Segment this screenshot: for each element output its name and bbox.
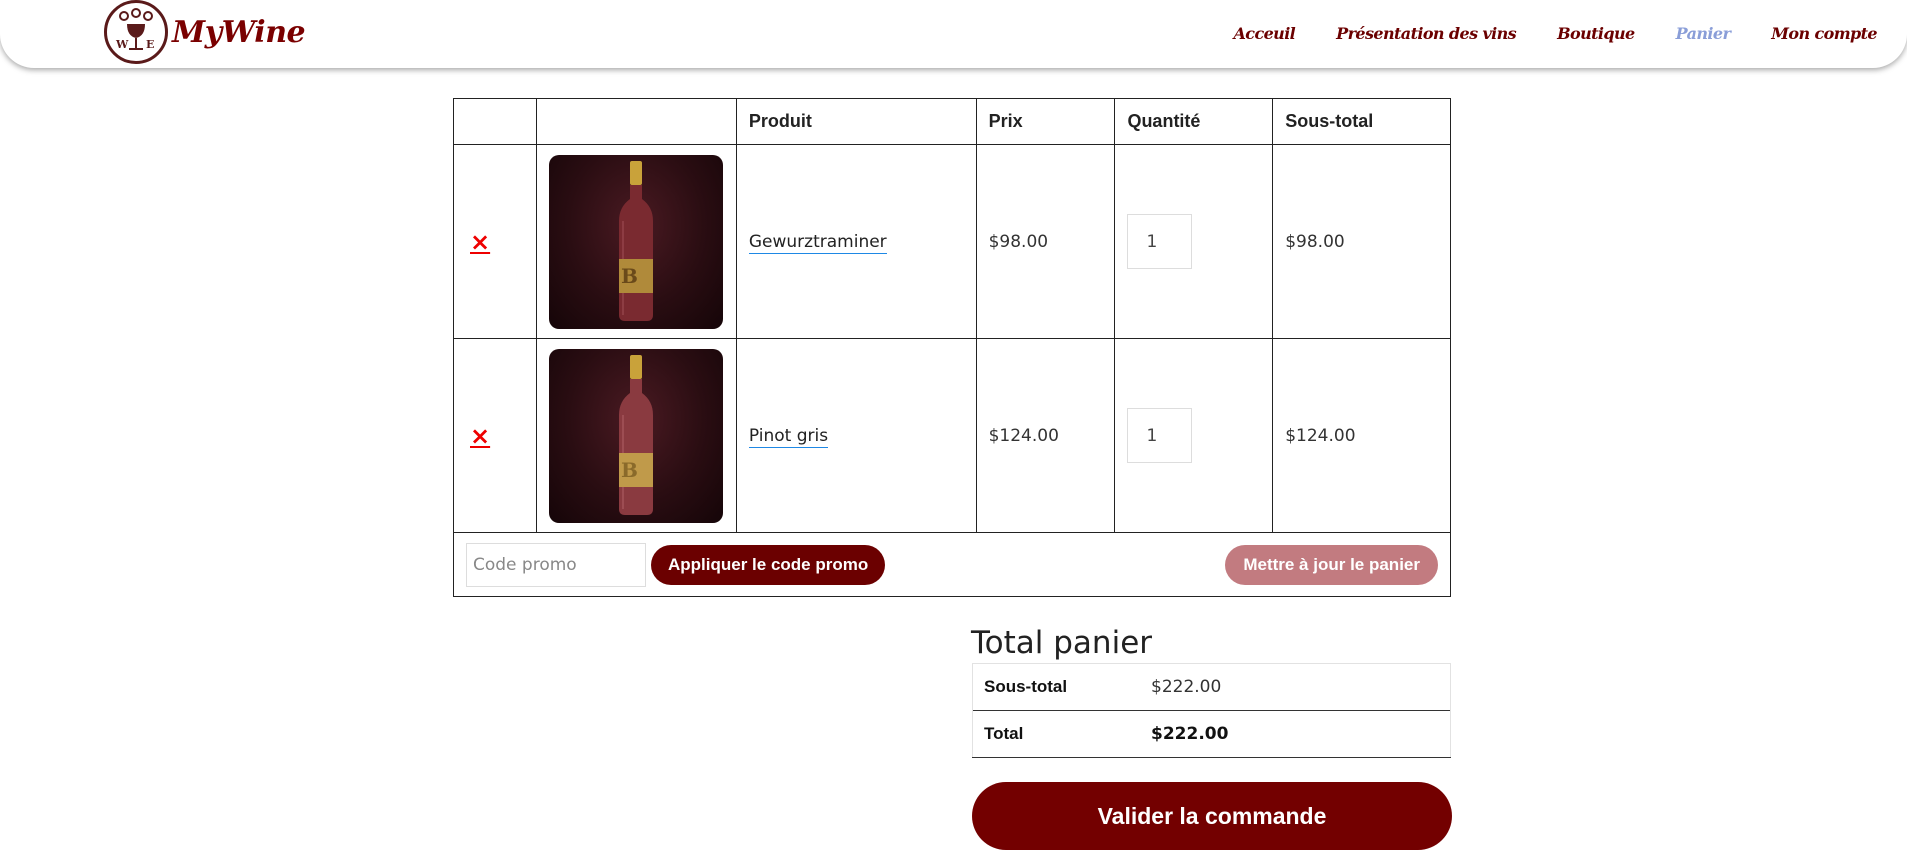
col-header-thumbnail bbox=[535, 98, 737, 145]
brand-name: MyWine bbox=[172, 14, 306, 50]
subtotal-label: Sous-total bbox=[972, 663, 1139, 711]
wine-glass-logo-icon: W E bbox=[104, 0, 168, 64]
nav-item-mon-compte[interactable]: Mon compte bbox=[1771, 24, 1877, 43]
site-header: W E MyWine Acceuil Présentation des vins… bbox=[0, 0, 1907, 68]
col-header-product: Produit bbox=[735, 98, 977, 145]
cart-table: Produit Prix Quantité Sous-total × B Gew… bbox=[453, 98, 1451, 597]
quantity-cell bbox=[1114, 338, 1274, 533]
price-cell: $124.00 bbox=[975, 338, 1116, 533]
product-link[interactable]: Gewurztraminer bbox=[748, 231, 887, 254]
col-header-remove bbox=[453, 98, 537, 145]
svg-text:B: B bbox=[621, 458, 638, 482]
nav-item-presentation-vins[interactable]: Présentation des vins bbox=[1336, 24, 1517, 43]
cart-header-row: Produit Prix Quantité Sous-total bbox=[453, 98, 1451, 145]
coupon-code-input[interactable] bbox=[466, 542, 646, 587]
svg-text:W: W bbox=[115, 38, 129, 51]
cart-actions-row: Appliquer le code promo Mettre à jour le… bbox=[453, 532, 1451, 597]
col-header-price: Prix bbox=[975, 98, 1116, 145]
cart-item-row: × B Gewurztraminer $98.00 1 $98.00 bbox=[453, 144, 1451, 339]
remove-item-icon[interactable]: × bbox=[466, 228, 490, 256]
wine-bottle-image[interactable]: B bbox=[548, 154, 723, 329]
col-header-quantity: Quantité bbox=[1114, 98, 1274, 145]
cart-actions-cell: Appliquer le code promo Mettre à jour le… bbox=[453, 532, 1451, 597]
total-label: Total bbox=[972, 710, 1139, 758]
remove-cell: × bbox=[453, 144, 537, 339]
cart-totals-title: Total panier bbox=[971, 625, 1153, 661]
total-value: $222.00 bbox=[1139, 710, 1451, 758]
checkout-button[interactable]: Valider la commande bbox=[972, 782, 1452, 850]
nav-item-boutique[interactable]: Boutique bbox=[1557, 24, 1635, 43]
remove-cell: × bbox=[453, 338, 537, 533]
quantity-input[interactable] bbox=[1127, 408, 1193, 463]
product-link[interactable]: Pinot gris bbox=[748, 425, 829, 448]
nav-item-accueil[interactable]: Acceuil bbox=[1233, 24, 1295, 43]
subtotal-row: Sous-total $222.00 bbox=[972, 663, 1451, 711]
thumbnail-cell: B bbox=[535, 338, 737, 533]
svg-text:B: B bbox=[621, 264, 638, 288]
nav-item-panier[interactable]: Panier bbox=[1676, 24, 1731, 43]
product-cell: Gewurztraminer bbox=[735, 144, 977, 339]
cart-actions: Appliquer le code promo Mettre à jour le… bbox=[466, 542, 1438, 587]
update-cart-button[interactable]: Mettre à jour le panier bbox=[1225, 544, 1438, 585]
total-row: Total $222.00 bbox=[972, 710, 1451, 758]
wine-bottle-image[interactable]: B bbox=[548, 348, 723, 523]
col-header-subtotal: Sous-total bbox=[1272, 98, 1451, 145]
main-nav: Acceuil Présentation des vins Boutique P… bbox=[1192, 0, 1877, 66]
price-cell: $98.00 bbox=[975, 144, 1116, 339]
subtotal-cell: $124.00 bbox=[1272, 338, 1451, 533]
product-cell: Pinot gris bbox=[735, 338, 977, 533]
cart-totals-table: Sous-total $222.00 Total $222.00 bbox=[972, 663, 1451, 758]
remove-item-icon[interactable]: × bbox=[466, 422, 490, 450]
cart-item-row: × B Pinot gris $124.00 1 $124.00 bbox=[453, 338, 1451, 533]
quantity-cell bbox=[1114, 144, 1274, 339]
subtotal-cell: $98.00 bbox=[1272, 144, 1451, 339]
coupon-group: Appliquer le code promo bbox=[466, 542, 886, 587]
quantity-input[interactable] bbox=[1127, 214, 1193, 269]
subtotal-value: $222.00 bbox=[1139, 663, 1451, 711]
site-logo[interactable]: W E MyWine bbox=[104, 0, 306, 64]
thumbnail-cell: B bbox=[535, 144, 737, 339]
svg-text:E: E bbox=[146, 38, 154, 51]
apply-coupon-button[interactable]: Appliquer le code promo bbox=[651, 544, 886, 585]
